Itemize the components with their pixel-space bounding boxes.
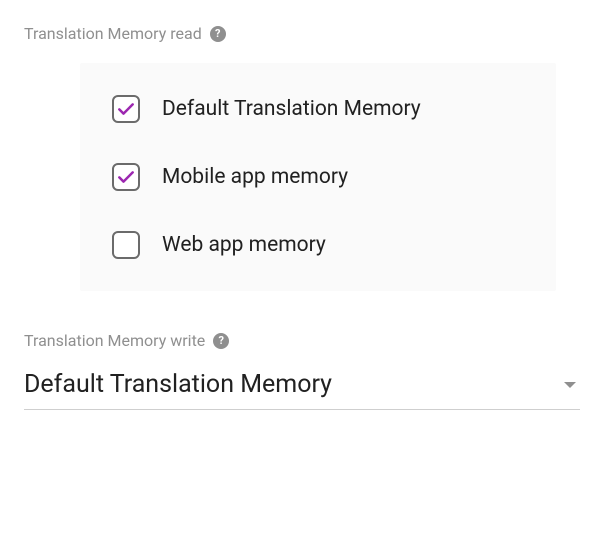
check-icon xyxy=(116,167,136,187)
help-icon[interactable]: ? xyxy=(213,333,229,349)
checkbox-label: Web app memory xyxy=(162,233,326,257)
checkbox-mobile-app-memory[interactable] xyxy=(112,163,140,191)
tm-write-label: Translation Memory write ? xyxy=(24,331,580,350)
checkbox-default-tm[interactable] xyxy=(112,95,140,123)
tm-write-select-value: Default Translation Memory xyxy=(24,370,332,399)
tm-write-select-wrapper: Default Translation Memory xyxy=(24,362,580,410)
checkbox-label: Default Translation Memory xyxy=(162,97,421,121)
tm-read-item: Web app memory xyxy=(112,211,524,263)
help-icon[interactable]: ? xyxy=(210,26,226,42)
checkbox-label: Mobile app memory xyxy=(162,165,348,189)
tm-read-label-text: Translation Memory read xyxy=(24,24,202,43)
tm-read-panel: Default Translation Memory Mobile app me… xyxy=(80,63,556,291)
check-icon xyxy=(116,99,136,119)
tm-read-item: Default Translation Memory xyxy=(112,91,524,143)
tm-write-label-text: Translation Memory write xyxy=(24,331,205,350)
tm-write-select[interactable]: Default Translation Memory xyxy=(24,362,580,410)
checkbox-web-app-memory[interactable] xyxy=(112,231,140,259)
tm-read-item: Mobile app memory xyxy=(112,143,524,211)
chevron-down-icon xyxy=(564,382,576,388)
tm-read-label: Translation Memory read ? xyxy=(24,24,580,43)
